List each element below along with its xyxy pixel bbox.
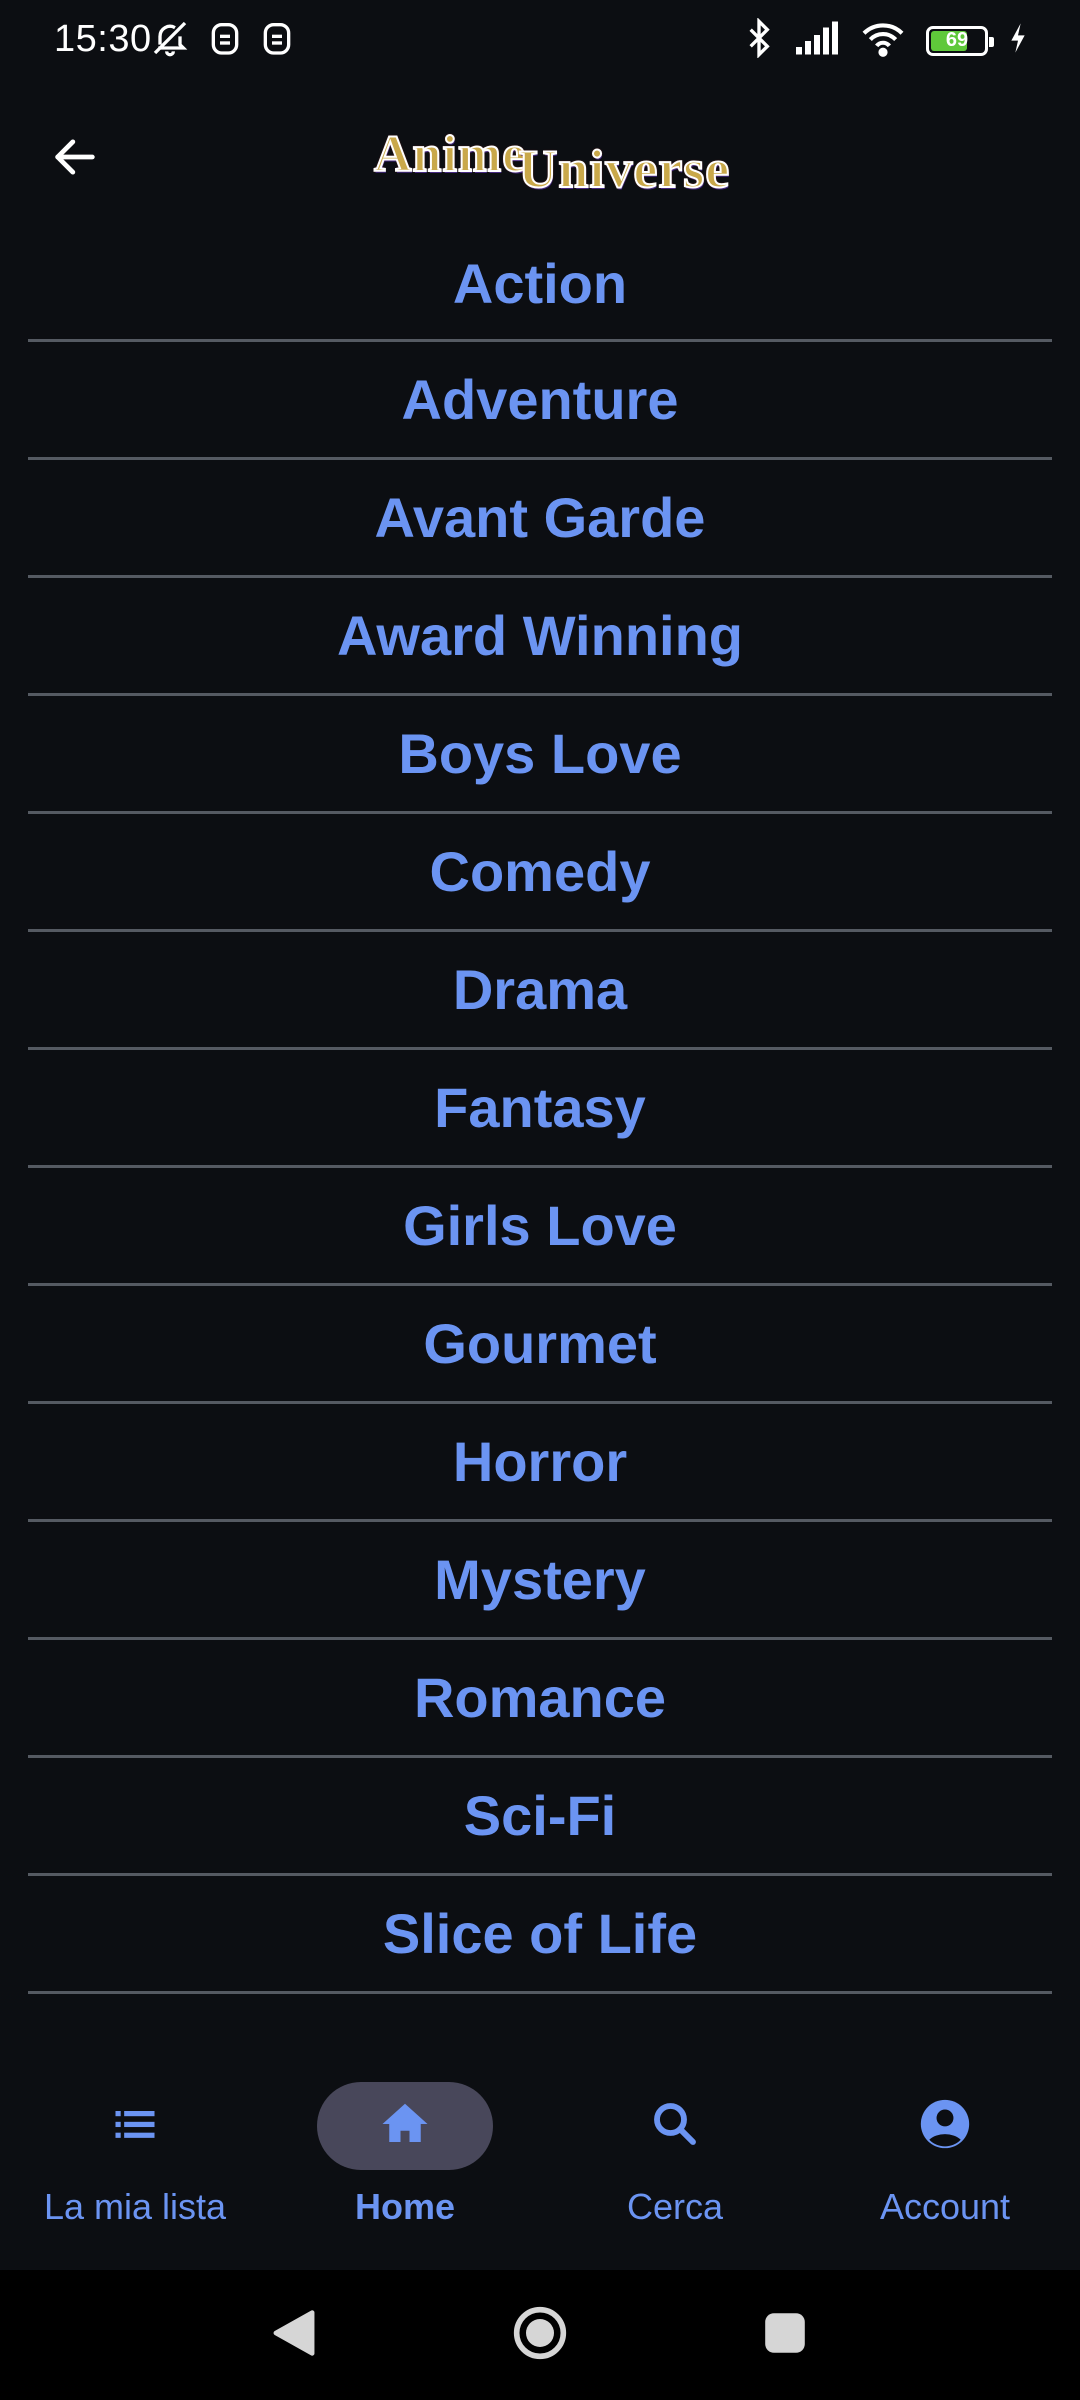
home-circle-icon — [512, 2305, 568, 2366]
search-icon — [648, 2097, 702, 2156]
nav-item-la-mia-lista[interactable]: La mia lista — [0, 2040, 270, 2270]
genre-item[interactable]: Award Winning — [28, 578, 1052, 696]
genre-item[interactable]: Girls Love — [28, 1168, 1052, 1286]
signal-icon — [794, 20, 840, 61]
nav-item-home[interactable]: Home — [270, 2040, 540, 2270]
active-indicator — [317, 2082, 493, 2170]
account-icon — [916, 2095, 974, 2158]
back-button[interactable] — [36, 120, 114, 198]
bottom-navigation: La mia lista Home Cerca Account — [0, 2040, 1080, 2270]
app-screen: 15:30 69 AnimeUniverse Action Adventure … — [0, 0, 1080, 2400]
notification-icon — [260, 18, 294, 63]
nav-label: La mia lista — [43, 2186, 227, 2227]
genre-item[interactable]: Horror — [28, 1404, 1052, 1522]
status-right-icons: 69 — [744, 17, 1028, 63]
bell-off-icon — [150, 18, 190, 63]
genre-item[interactable]: Romance — [28, 1640, 1052, 1758]
status-time: 15:30 — [54, 18, 152, 60]
genre-item[interactable]: Slice of Life — [28, 1876, 1052, 1994]
genre-item[interactable]: Mystery — [28, 1522, 1052, 1640]
genre-item[interactable]: Action — [28, 228, 1052, 342]
app-logo: AnimeUniverse — [373, 125, 864, 200]
genre-list: Action Adventure Avant Garde Award Winni… — [28, 232, 1052, 1994]
bluetooth-icon — [744, 17, 774, 63]
wifi-icon — [860, 19, 906, 62]
nav-label: Account — [879, 2186, 1011, 2227]
arrow-left-icon — [49, 131, 101, 188]
system-navigation-bar — [0, 2270, 1080, 2400]
app-header: AnimeUniverse — [0, 100, 1080, 220]
battery-level: 69 — [945, 29, 969, 51]
genre-item[interactable]: Boys Love — [28, 696, 1052, 814]
recents-square-icon — [763, 2311, 807, 2360]
nav-label: Cerca — [626, 2186, 724, 2227]
genre-item[interactable]: Sci-Fi — [28, 1758, 1052, 1876]
nav-label: Home — [354, 2186, 456, 2227]
nav-item-cerca[interactable]: Cerca — [540, 2040, 810, 2270]
logo-part2: Universe — [517, 138, 731, 200]
genre-item[interactable]: Gourmet — [28, 1286, 1052, 1404]
back-triangle-icon — [271, 2308, 317, 2363]
genre-item[interactable]: Fantasy — [28, 1050, 1052, 1168]
system-recents-button[interactable] — [755, 2305, 815, 2365]
charging-icon — [1008, 22, 1028, 59]
system-home-button[interactable] — [510, 2305, 570, 2365]
system-back-button[interactable] — [264, 2305, 324, 2365]
battery-icon: 69 — [926, 25, 994, 56]
logo-part1: Anime — [373, 125, 527, 184]
home-icon — [378, 2097, 432, 2156]
genre-item[interactable]: Avant Garde — [28, 460, 1052, 578]
nav-item-account[interactable]: Account — [810, 2040, 1080, 2270]
status-left-icons — [150, 18, 294, 63]
genre-item[interactable]: Drama — [28, 932, 1052, 1050]
notification-icon — [208, 18, 242, 63]
status-bar: 15:30 69 — [0, 0, 1080, 84]
list-icon — [109, 2098, 161, 2155]
genre-item[interactable]: Comedy — [28, 814, 1052, 932]
genre-item[interactable]: Adventure — [28, 342, 1052, 460]
